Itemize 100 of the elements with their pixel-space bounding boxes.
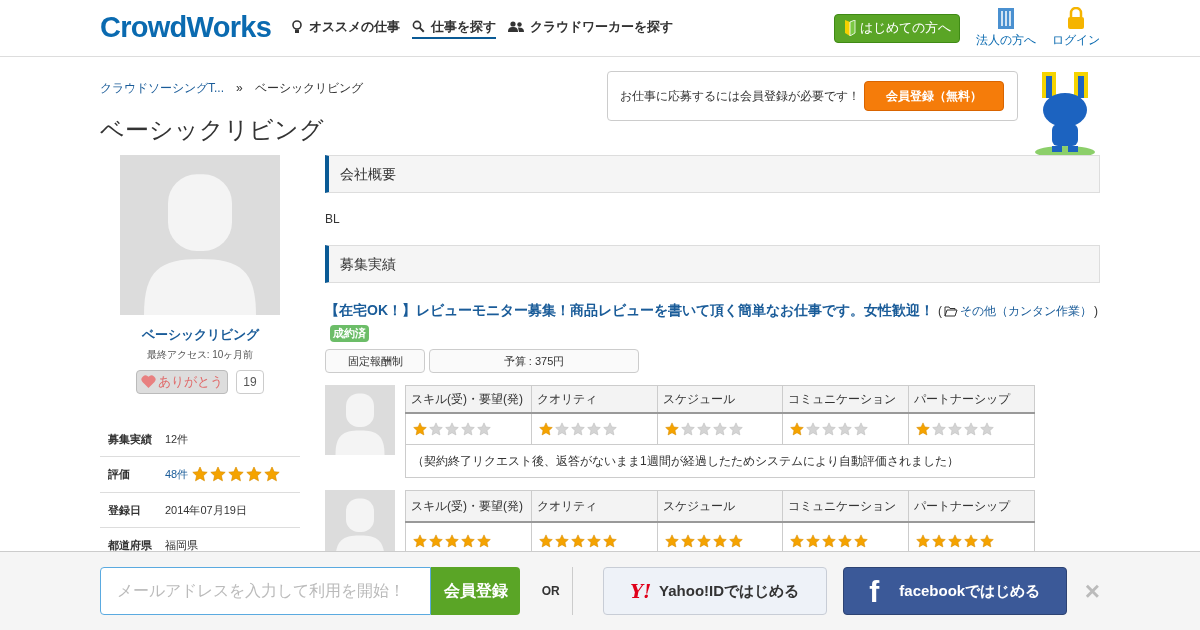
star-icon bbox=[822, 421, 837, 436]
signup-prompt-text: お仕事に応募するには会員登録が必要です！ bbox=[620, 88, 860, 105]
star-icon bbox=[413, 421, 427, 436]
star-icon bbox=[916, 421, 931, 436]
job-title-link[interactable]: 【在宅OK！】レビューモニター募集！商品レビューを書いて頂く簡単なお仕事です。女性歓迎！ bbox=[325, 302, 934, 318]
people-icon bbox=[508, 20, 525, 33]
star-icon bbox=[461, 534, 475, 549]
logo[interactable]: CrowdWorks bbox=[100, 6, 272, 50]
nav-link[interactable]: 仕事を探す bbox=[412, 16, 497, 40]
header-link[interactable]: ログイン bbox=[1052, 7, 1100, 49]
star-icon bbox=[680, 534, 695, 549]
rating-header: スケジュール bbox=[657, 385, 783, 413]
star-icon bbox=[664, 421, 679, 436]
stat-label: 募集実績 bbox=[100, 421, 165, 457]
breadcrumb-current: ベーシックリビング bbox=[254, 80, 363, 97]
email-field[interactable]: メールアドレスを入力して利用を開始！ bbox=[100, 567, 432, 615]
leaf-mark-icon bbox=[843, 20, 856, 36]
stat-value: 福岡県 bbox=[165, 538, 198, 553]
budget-box: 予算 : 375円 bbox=[429, 349, 639, 373]
lightbulb-icon bbox=[291, 19, 304, 34]
star-icon bbox=[210, 466, 227, 483]
star-icon bbox=[806, 534, 821, 549]
star-icon bbox=[445, 421, 459, 436]
yahoo-button[interactable]: Y! Yahoo!IDではじめる bbox=[602, 567, 827, 615]
stat-value: 2014年07月19日 bbox=[165, 502, 247, 518]
pay-type-box: 固定報酬制 bbox=[325, 349, 425, 373]
folder-icon bbox=[944, 305, 958, 317]
star-icon bbox=[790, 534, 805, 549]
star-icon bbox=[570, 421, 585, 436]
star-icon bbox=[554, 421, 569, 436]
rating-header: クオリティ bbox=[531, 490, 658, 523]
paren: ( bbox=[938, 303, 942, 320]
star-icon bbox=[822, 534, 837, 549]
rating-header: パートナーシップ bbox=[908, 490, 1035, 523]
rating-header: コミュニケーション bbox=[782, 385, 909, 413]
rating-header: コミュニケーション bbox=[782, 490, 909, 523]
breadcrumb-link[interactable]: クラウドソーシングT... bbox=[100, 79, 224, 97]
last-access: 最終アクセス: 10ヶ月前 bbox=[146, 347, 254, 362]
star-icon bbox=[477, 421, 491, 436]
star-icon bbox=[916, 534, 931, 549]
rating-header: スキル(受)・要望(発) bbox=[405, 490, 532, 523]
nav-link[interactable]: オススメの仕事 bbox=[291, 16, 401, 40]
star-icon bbox=[854, 421, 869, 436]
category-link[interactable]: その他（カンタン作業） bbox=[960, 302, 1092, 320]
stat-value: 12件 bbox=[165, 431, 189, 447]
star-icon bbox=[712, 534, 727, 549]
rating-header: クオリティ bbox=[531, 385, 658, 413]
star-icon bbox=[696, 421, 711, 436]
star-icon bbox=[445, 534, 459, 549]
or-label: OR bbox=[541, 583, 560, 600]
star-icon bbox=[602, 421, 617, 436]
section-header: 会社概要 bbox=[325, 155, 1100, 193]
star-icon bbox=[980, 534, 995, 549]
nav-link[interactable]: クラウドワーカーを探す bbox=[508, 16, 674, 40]
star-icon bbox=[712, 421, 727, 436]
lock-icon bbox=[1067, 7, 1085, 29]
section-body: BL bbox=[325, 211, 341, 228]
stat-value: 48件 bbox=[165, 467, 189, 482]
star-icon bbox=[980, 421, 995, 436]
facebook-logo: f bbox=[869, 573, 880, 610]
star-icon bbox=[664, 534, 679, 549]
star-icon bbox=[429, 534, 443, 549]
star-icon bbox=[570, 534, 585, 549]
star-icon bbox=[429, 421, 443, 436]
paren: ) bbox=[1094, 303, 1098, 320]
star-icon bbox=[728, 534, 743, 549]
star-icon bbox=[246, 466, 263, 483]
star-icon bbox=[602, 534, 617, 549]
star-icon bbox=[680, 421, 695, 436]
header-link[interactable]: 法人の方へ bbox=[976, 7, 1036, 49]
stat-label: 都道府県 bbox=[100, 527, 165, 563]
star-icon bbox=[854, 534, 869, 549]
status-badge: 成約済 bbox=[330, 325, 369, 342]
avatar-icon bbox=[325, 385, 395, 455]
star-icon bbox=[228, 466, 245, 483]
thanks-count: 19 bbox=[236, 369, 264, 394]
search-icon bbox=[412, 20, 426, 33]
star-icon bbox=[932, 421, 947, 436]
star-icon bbox=[838, 534, 853, 549]
star-icon bbox=[728, 421, 743, 436]
review-comment: （契約終了リクエスト後、返答がないまま1週間が経過したためシステムにより自動評価されました） bbox=[405, 444, 1035, 478]
star-icon bbox=[932, 534, 947, 549]
section-header: 募集実績 bbox=[325, 245, 1100, 283]
facebook-button[interactable]: f facebookではじめる bbox=[842, 567, 1067, 615]
star-icon bbox=[696, 534, 711, 549]
breadcrumb-separator: » bbox=[236, 80, 243, 97]
star-icon bbox=[192, 466, 209, 483]
star-icon bbox=[461, 421, 475, 436]
star-icon bbox=[964, 534, 979, 549]
yahoo-logo: Y! bbox=[630, 579, 652, 604]
star-icon bbox=[538, 421, 553, 436]
star-icon bbox=[948, 421, 963, 436]
page-title: ベーシックリビング bbox=[100, 115, 325, 145]
profile-name[interactable]: ベーシックリビング bbox=[141, 325, 259, 345]
rating-header: パートナーシップ bbox=[908, 385, 1035, 413]
star-icon bbox=[790, 421, 805, 436]
star-icon bbox=[806, 421, 821, 436]
rating-header: スキル(受)・要望(発) bbox=[405, 385, 532, 413]
star-icon bbox=[838, 421, 853, 436]
heart-icon bbox=[141, 375, 157, 388]
